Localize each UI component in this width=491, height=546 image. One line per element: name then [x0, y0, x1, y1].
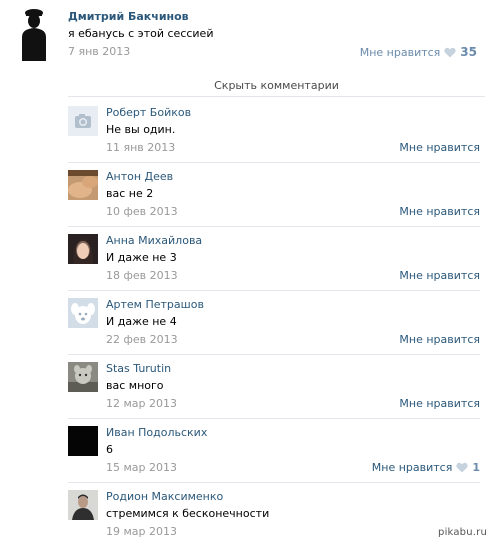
vk-dog-placeholder-icon	[68, 298, 98, 328]
comment-like-label: Мне нравится	[371, 461, 453, 474]
comment-text: И даже не 4	[106, 315, 177, 328]
comment-item: Анна Михайлова И даже не 3 18 фев 2013 М…	[68, 227, 480, 291]
watermark: pikabu.ru	[438, 527, 487, 538]
comment-like-button[interactable]: Мне нравится	[399, 397, 480, 410]
comment-like-button[interactable]: Мне нравится 1	[372, 461, 480, 474]
post-like-count: 35	[460, 45, 477, 59]
comment-item: Антон Деев вас не 2 10 фев 2013 Мне нрав…	[68, 163, 480, 227]
comment-like-button[interactable]: Мне нравится	[399, 269, 480, 282]
commenter-avatar[interactable]	[68, 106, 98, 136]
comment-like-label: Мне нравится	[399, 397, 480, 410]
comment-like-button[interactable]: Мне нравится	[399, 141, 480, 154]
commenter-name[interactable]: Антон Деев	[106, 170, 173, 183]
post-like-label: Мне нравится	[359, 45, 441, 59]
comment-item: Роберт Бойков Не вы один. 11 янв 2013 Мн…	[68, 99, 480, 163]
commenter-avatar[interactable]	[68, 234, 98, 264]
commenter-avatar[interactable]	[68, 362, 98, 392]
photo-avatar	[68, 362, 98, 392]
photo-avatar	[68, 234, 98, 264]
photo-avatar	[68, 170, 98, 200]
post-author-name[interactable]: Дмитрий Бакчинов	[68, 10, 189, 23]
post: Дмитрий Бакчинов я ебанусь с этой сессие…	[0, 0, 491, 70]
comment-date[interactable]: 19 мар 2013	[106, 525, 177, 538]
comment-item: Артем Петрашов И даже не 4 22 фев 2013 М…	[68, 291, 480, 355]
comment-date[interactable]: 12 мар 2013	[106, 397, 177, 410]
comment-like-count: 1	[472, 461, 480, 474]
comment-text: вас не 2	[106, 187, 154, 200]
heart-icon	[444, 47, 456, 57]
commenter-name[interactable]: Stas Turutin	[106, 362, 171, 375]
commenter-name[interactable]: Родион Максименко	[106, 490, 223, 503]
comment-date[interactable]: 18 фев 2013	[106, 269, 178, 282]
comment-text: 6	[106, 443, 113, 456]
comment-like-label: Мне нравится	[399, 333, 480, 346]
silhouette-avatar-icon	[14, 7, 54, 61]
comment-text: И даже не 3	[106, 251, 177, 264]
post-text: я ебанусь с этой сессией	[68, 27, 214, 40]
comment-like-label: Мне нравится	[399, 141, 480, 154]
comment-like-label: Мне нравится	[399, 205, 480, 218]
commenter-name[interactable]: Анна Михайлова	[106, 234, 202, 247]
comment-like-button[interactable]: Мне нравится	[399, 333, 480, 346]
heart-icon	[456, 462, 468, 473]
commenter-name[interactable]: Роберт Бойков	[106, 106, 191, 119]
comment-like-button[interactable]: Мне нравится	[399, 205, 480, 218]
comment-text: Не вы один.	[106, 123, 176, 136]
comment-date[interactable]: 15 мар 2013	[106, 461, 177, 474]
comment-list: Роберт Бойков Не вы один. 11 янв 2013 Мн…	[68, 99, 480, 546]
post-like-button[interactable]: Мне нравится 35	[360, 45, 477, 59]
commenter-avatar[interactable]	[68, 170, 98, 200]
comment-date[interactable]: 11 янв 2013	[106, 141, 175, 154]
commenter-avatar[interactable]	[68, 490, 98, 520]
comment-item: Иван Подольских 6 15 мар 2013 Мне нравит…	[68, 419, 480, 483]
commenter-avatar[interactable]	[68, 426, 98, 456]
post-author-avatar[interactable]	[14, 7, 54, 61]
hide-comments-link[interactable]: Скрыть комментарии	[68, 74, 485, 97]
camera-placeholder-icon	[68, 106, 98, 136]
post-date[interactable]: 7 янв 2013	[68, 45, 130, 58]
comment-date[interactable]: 22 фев 2013	[106, 333, 178, 346]
comment-item: Stas Turutin вас много 12 мар 2013 Мне н…	[68, 355, 480, 419]
photo-avatar	[68, 490, 98, 520]
comment-like-label: Мне нравится	[399, 269, 480, 282]
comment-text: вас много	[106, 379, 164, 392]
comment-date[interactable]: 10 фев 2013	[106, 205, 178, 218]
commenter-avatar[interactable]	[68, 298, 98, 328]
commenter-name[interactable]: Иван Подольских	[106, 426, 207, 439]
black-avatar	[68, 426, 98, 456]
comment-item: Родион Максименко стремимся к бесконечно…	[68, 483, 480, 546]
comment-text: стремимся к бесконечности	[106, 507, 270, 520]
commenter-name[interactable]: Артем Петрашов	[106, 298, 204, 311]
